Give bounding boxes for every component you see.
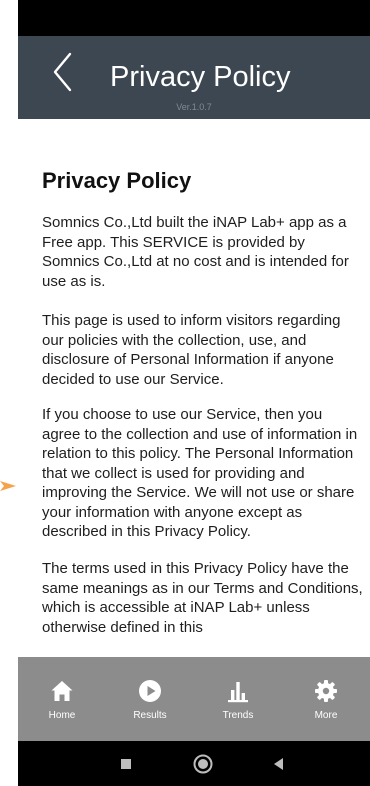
app-version: Ver.1.0.7 [176,102,212,112]
play-circle-icon [138,679,162,703]
nav-item-home[interactable]: Home [18,657,106,741]
nav-label: Home [48,710,76,721]
chevron-left-icon [53,52,72,92]
recents-square-icon[interactable] [115,753,137,775]
nav-label: Trends [222,710,254,721]
policy-heading: Privacy Policy [42,168,192,193]
policy-content[interactable]: Privacy Policy Somnics Co.,Ltd built the… [18,119,370,657]
policy-paragraph: The terms used in this Privacy Policy ha… [42,560,363,636]
bottom-nav: Home Results Trends More [18,657,370,741]
nav-item-more[interactable]: More [282,657,370,741]
app-header: Privacy Policy Ver.1.0.7 [18,36,370,119]
home-icon [50,679,74,703]
page-title: Privacy Policy [110,61,291,93]
nav-item-trends[interactable]: Trends [194,657,282,741]
policy-paragraph: If you choose to use our Service, then y… [42,406,358,540]
app-screen: Privacy Policy Ver.1.0.7 Privacy Policy … [18,0,370,786]
gear-icon [314,679,338,703]
back-triangle-icon[interactable] [268,753,290,775]
policy-paragraph: This page is used to inform visitors reg… [42,312,341,388]
nav-label: More [314,710,338,721]
bar-chart-icon [226,679,250,703]
system-nav-bar [18,741,370,786]
policy-paragraph: Somnics Co.,Ltd built the iNAP Lab+ app … [42,214,349,290]
status-bar [18,0,370,36]
pointer-arrow-icon [0,479,16,493]
back-button[interactable] [46,50,78,96]
home-circle-icon[interactable] [192,753,214,775]
nav-item-results[interactable]: Results [106,657,194,741]
nav-label: Results [133,710,167,721]
